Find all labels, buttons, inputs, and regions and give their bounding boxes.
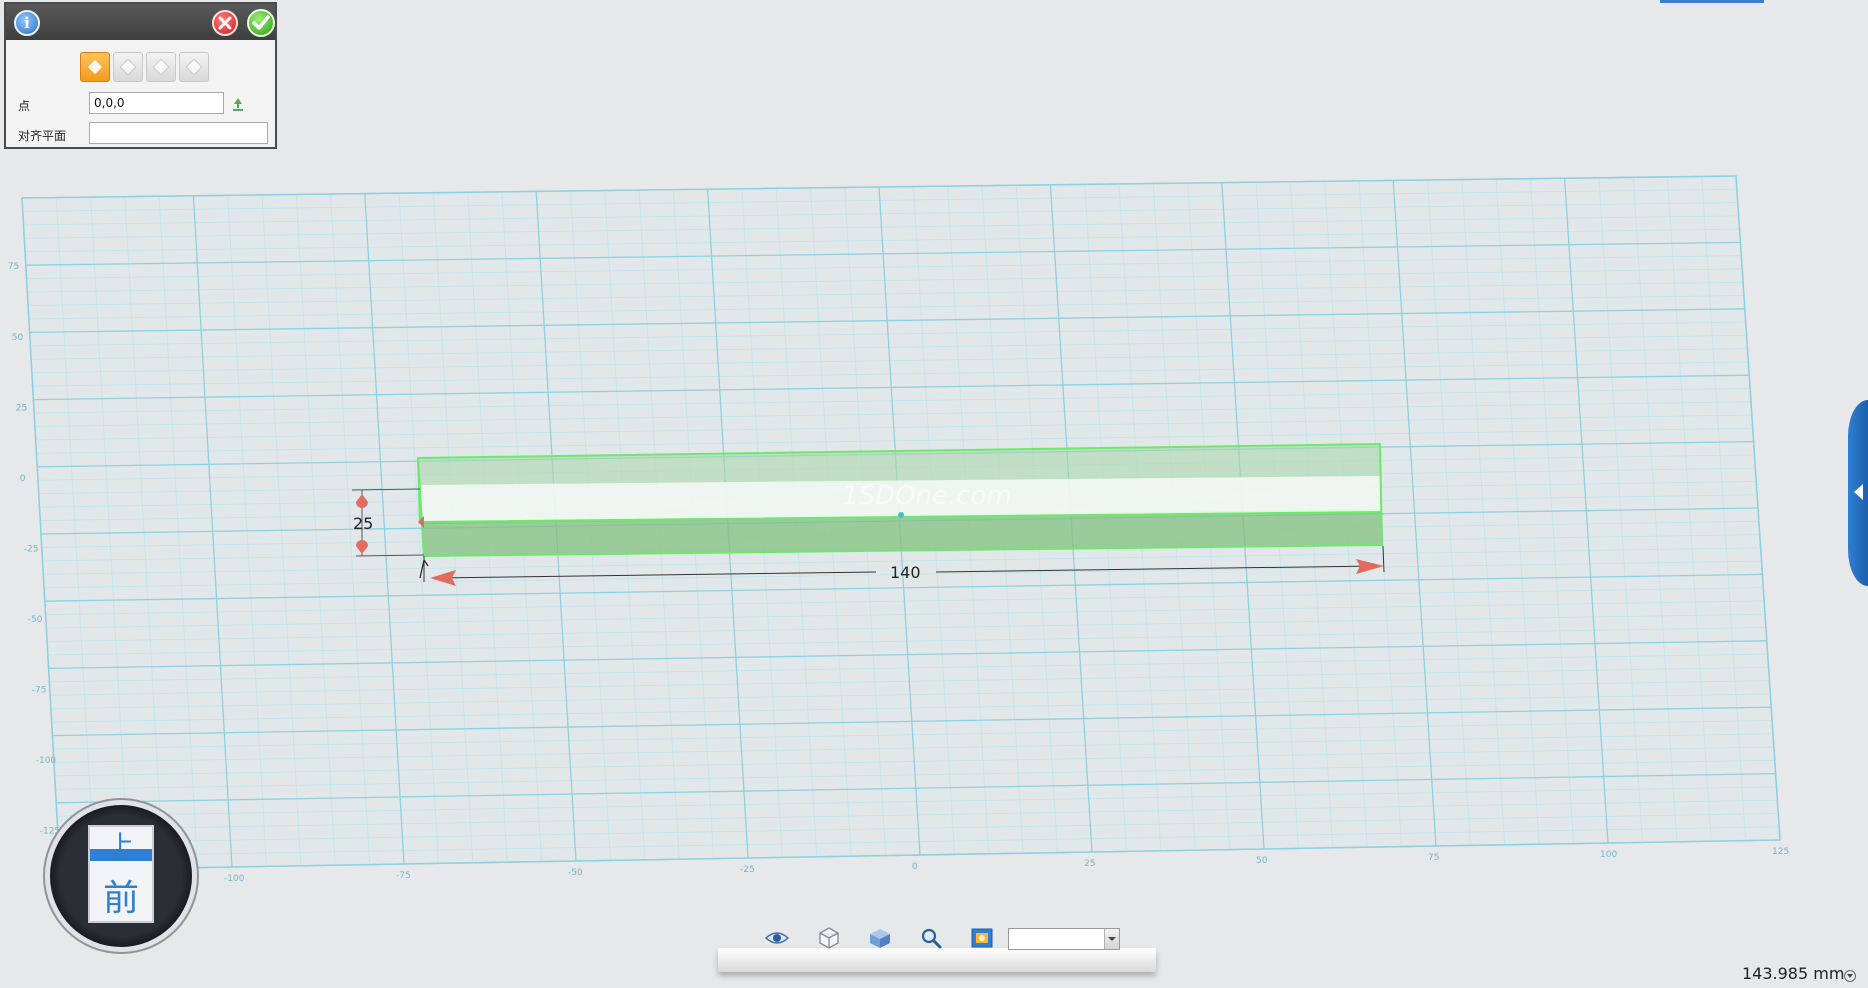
top-panel-edge [1660, 0, 1764, 3]
zoom-icon[interactable] [917, 924, 945, 952]
grid-y-tick-label: -50 [28, 615, 43, 625]
mode-button-two-point[interactable] [113, 52, 143, 82]
grid-x-tick-label: -50 [568, 868, 583, 878]
confirm-button[interactable] [247, 9, 275, 37]
grid-x-tick-label: 125 [1772, 847, 1789, 857]
checkmark-icon [252, 15, 270, 30]
cancel-button[interactable] [212, 10, 238, 36]
viewport-watermark: 1SDOne.com [842, 481, 1012, 511]
mode-button-offset[interactable] [179, 52, 209, 82]
box-center-mode-icon [153, 59, 169, 75]
grid-x-tick-label: 25 [1084, 859, 1095, 869]
grid-y-tick-label: -25 [24, 544, 39, 554]
grid-x-tick-label: 0 [912, 862, 918, 872]
pick-point-icon[interactable] [230, 96, 246, 112]
view-mode-select[interactable] [1008, 928, 1120, 950]
grid-y-tick-label: 50 [12, 333, 24, 343]
wireframe-cube-icon[interactable] [815, 924, 843, 952]
point-input[interactable] [89, 92, 224, 114]
view-cube-front-face[interactable]: 上 前 [90, 827, 152, 921]
align-plane-label: 对齐平面 [18, 129, 67, 143]
info-icon[interactable]: i [14, 10, 40, 36]
grid-x-tick-label: 75 [1428, 853, 1439, 863]
mode-button-center[interactable] [146, 52, 176, 82]
grid-y-tick-label: -75 [32, 686, 47, 696]
height-dimension-value[interactable]: 25 [353, 514, 373, 533]
chevron-down-icon[interactable] [1104, 929, 1119, 949]
align-plane-input[interactable] [89, 122, 268, 144]
solid-cube-icon[interactable] [866, 924, 894, 952]
box-parameter-panel: i 点 对齐平面 [4, 2, 277, 149]
grid-x-tick-label: -25 [740, 865, 755, 875]
panel-header: i [6, 4, 275, 40]
side-panel-toggle[interactable] [1848, 400, 1868, 586]
box-two-point-mode-icon [120, 59, 136, 75]
close-icon [218, 16, 232, 30]
unit-dropdown-icon[interactable] [1844, 970, 1856, 982]
eye-icon[interactable] [763, 924, 791, 952]
measurement-readout: 143.985 mm [1742, 964, 1845, 983]
3d-viewport[interactable]: -125 -100 -75 -50 -25 0 25 50 75 100 125 75 50 25 0 -25… [0, 0, 1868, 988]
box-point-mode-icon [87, 59, 103, 75]
mode-button-point[interactable] [80, 52, 110, 82]
arrow-left-icon [1854, 484, 1863, 500]
render-icon[interactable] [968, 924, 996, 952]
grid-y-tick-label: -100 [36, 756, 57, 766]
grid-x-tick-label: 50 [1256, 856, 1268, 866]
grid-y-tick-label: 25 [16, 403, 27, 413]
grid-y-tick-label: -125 [40, 827, 60, 837]
grid-x-tick-label: -75 [396, 871, 411, 881]
view-cube-top-label[interactable]: 上 [90, 825, 152, 862]
view-cube-front-label[interactable]: 前 [90, 869, 152, 921]
box-offset-mode-icon [186, 59, 202, 75]
grid-y-tick-label: 0 [20, 474, 26, 484]
grid-x-tick-label: -100 [224, 874, 245, 884]
grid-y-tick-label: 75 [8, 262, 19, 272]
length-dimension-value[interactable]: 140 [890, 563, 921, 582]
point-label: 点 [18, 99, 31, 113]
view-cube[interactable]: 上 前 [50, 805, 192, 947]
grid-x-tick-label: 100 [1600, 850, 1617, 860]
